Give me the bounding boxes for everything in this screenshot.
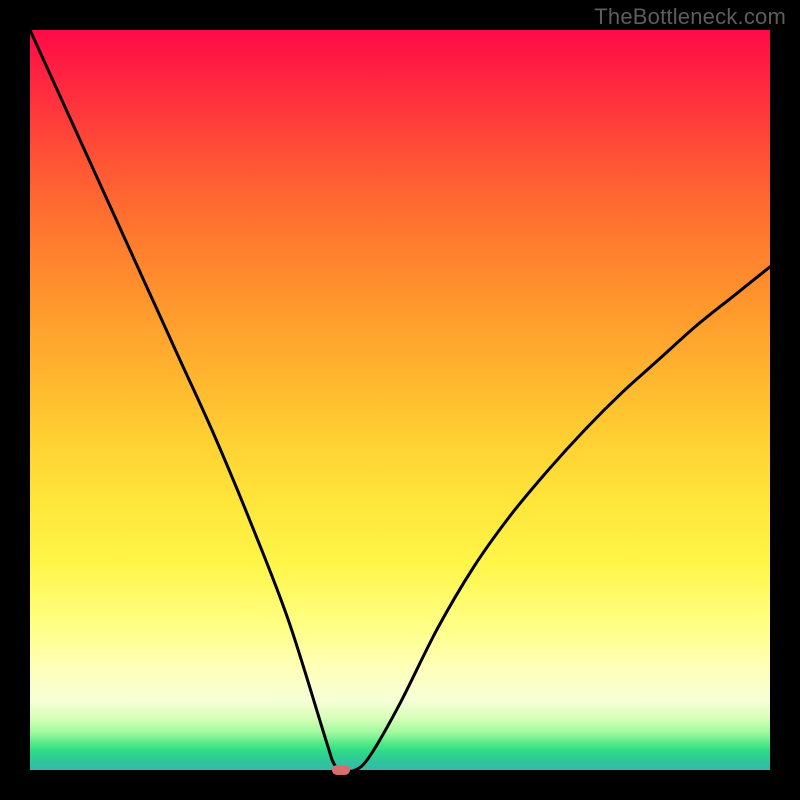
bottleneck-curve [30, 30, 770, 770]
plot-area [30, 30, 770, 770]
watermark-text: TheBottleneck.com [594, 4, 786, 30]
min-point-marker [332, 765, 350, 775]
chart-frame: TheBottleneck.com [0, 0, 800, 800]
